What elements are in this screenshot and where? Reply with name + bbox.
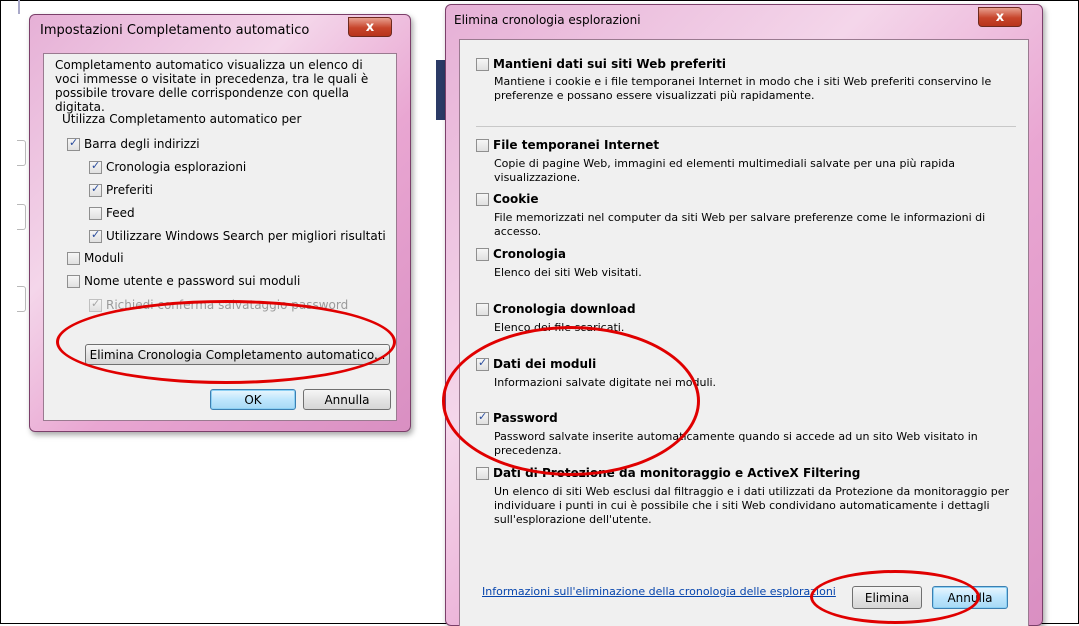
delete-autocomplete-history-button[interactable]: Elimina Cronologia Completamento automat… [85,344,390,365]
background-field-edge [17,286,26,312]
option-passwords[interactable]: Password [476,410,558,425]
checkbox-label: Feed [106,206,135,220]
option-description: Password salvate inserite automaticament… [494,430,978,457]
option-title: Mantieni dati sui siti Web preferiti [493,57,726,71]
option-description: Un elenco di siti Web esclusi dal filtra… [494,485,1010,526]
checkbox-box[interactable] [89,159,102,174]
checkbox-label: Richiedi conferma salvataggio password [106,298,349,312]
checkbox-label: Nome utente e password sui moduli [84,274,301,288]
background-field-edge [17,204,26,230]
checkbox-label: Cronologia esplorazioni [106,160,247,174]
option-download-history[interactable]: Cronologia download [476,302,636,316]
checkbox-favorites[interactable]: Preferiti [89,182,153,197]
option-title: Cronologia download [493,302,636,316]
checkbox-box[interactable] [89,228,102,243]
cancel-button[interactable]: Annulla [303,389,391,410]
dialog-client-area: Mantieni dati sui siti Web preferiti Man… [459,39,1029,626]
checkbox-label: Preferiti [106,183,153,197]
checkbox-box[interactable] [67,136,80,151]
dialog-client-area: Completamento automatico visualizza un e… [43,53,397,421]
checkbox-windows-search[interactable]: Utilizzare Windows Search per migliori r… [89,228,386,243]
checkbox-box[interactable] [476,466,489,480]
window-title: Impostazioni Completamento automatico [40,23,310,38]
option-history[interactable]: Cronologia [476,247,566,261]
group-label: Utilizza Completamento automatico per [62,112,302,126]
checkbox-box[interactable] [476,247,489,261]
title-bar: Elimina cronologia esplorazioni x [446,5,1042,35]
option-description: File memorizzati nel computer da siti We… [494,211,986,238]
close-icon: x [995,9,1005,25]
option-title: Dati dei moduli [493,357,597,371]
checkbox-label: Barra degli indirizzi [84,137,200,151]
option-title: Cronologia [493,247,566,261]
option-title: Cookie [493,192,539,206]
info-link[interactable]: Informazioni sull'eliminazione della cro… [482,585,836,598]
option-description: Elenco dei file scaricati. [494,321,625,334]
checkbox-box[interactable] [476,138,489,152]
ok-button[interactable]: OK [210,389,296,410]
background-window-edge [0,0,30,624]
option-description: Mantiene i cookie e i file temporanei In… [494,75,992,102]
option-title: File temporanei Internet [493,138,660,152]
autocomplete-settings-window: Impostazioni Completamento automatico x … [29,14,411,432]
checkbox-label: Utilizzare Windows Search per migliori r… [106,229,386,243]
checkbox-browsing-history[interactable]: Cronologia esplorazioni [89,159,247,174]
option-description: Elenco dei siti Web visitati. [494,266,642,279]
checkbox-usernames-passwords[interactable]: Nome utente e password sui moduli [67,274,300,288]
checkbox-address-bar[interactable]: Barra degli indirizzi [67,136,200,151]
delete-browsing-history-window: Elimina cronologia esplorazioni x Mantie… [445,4,1043,626]
background-scroll-line [18,0,20,14]
title-bar: Impostazioni Completamento automatico x [30,15,410,45]
window-title: Elimina cronologia esplorazioni [454,13,641,27]
checkbox-box[interactable] [476,302,489,316]
checkbox-box[interactable] [67,251,80,265]
option-temporary-files[interactable]: File temporanei Internet [476,138,659,152]
checkbox-box[interactable] [476,410,489,425]
option-description: Informazioni salvate digitate nei moduli… [494,376,717,389]
option-keep-favorites[interactable]: Mantieni dati sui siti Web preferiti [476,57,726,71]
checkbox-box[interactable] [476,192,489,206]
checkbox-box[interactable] [476,356,489,371]
option-cookies[interactable]: Cookie [476,192,539,206]
close-icon: x [365,19,375,35]
checkbox-box[interactable] [476,57,489,71]
checkbox-feed[interactable]: Feed [89,206,135,220]
separator [476,126,1016,127]
close-button[interactable]: x [978,7,1022,27]
checkbox-ask-save-password: Richiedi conferma salvataggio password [89,297,349,312]
checkbox-box[interactable] [89,182,102,197]
option-title: Password [493,411,558,425]
autocomplete-description: Completamento automatico visualizza un e… [55,58,369,114]
checkbox-forms[interactable]: Moduli [67,251,124,265]
background-field-edge [17,140,26,166]
cancel-button[interactable]: Annulla [932,586,1008,609]
option-tracking-protection[interactable]: Dati di Protezione da monitoraggio e Act… [476,466,860,480]
checkbox-label: Moduli [84,251,124,265]
checkbox-box[interactable] [67,274,80,288]
checkbox-box[interactable] [89,206,102,220]
option-form-data[interactable]: Dati dei moduli [476,356,597,371]
option-description: Copie di pagine Web, immagini ed element… [494,157,955,184]
option-title: Dati di Protezione da monitoraggio e Act… [493,466,861,480]
close-button[interactable]: x [348,17,392,37]
delete-button[interactable]: Elimina [852,586,922,609]
checkbox-box [89,297,102,312]
